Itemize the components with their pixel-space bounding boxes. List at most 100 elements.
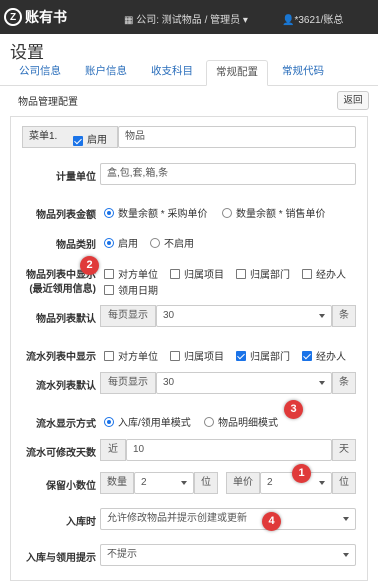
item-display-handler-label: 经办人 (316, 270, 346, 281)
item-display-department[interactable]: 归属部门 (236, 266, 290, 281)
caret-down-icon (319, 481, 325, 485)
tab-general-config[interactable]: 常规配置 (206, 60, 268, 86)
checkbox-icon (170, 350, 180, 361)
amount-label: 物品列表金额 (36, 210, 96, 221)
user-menu[interactable]: 👤*3621/账总 (282, 11, 343, 26)
category-row: 物品类别 启用 不启用 (0, 234, 378, 251)
item-default-suffix: 条 (332, 305, 356, 327)
flow-mode-label: 流水显示方式 (36, 419, 96, 430)
category-disable-option[interactable]: 不启用 (150, 235, 194, 250)
item-display-date-label: 领用日期 (118, 286, 158, 297)
stock-in-label: 入库时 (66, 517, 96, 528)
checkbox-icon (170, 268, 180, 279)
settings-tabs: 公司信息 账户信息 收支科目 常规配置 常规代码 (0, 60, 378, 86)
caret-down-icon (319, 314, 325, 318)
panel-title: 物品管理配置 (18, 97, 78, 108)
flow-default-prefix: 每页显示 (100, 372, 156, 394)
flow-display-counterparty[interactable]: 对方单位 (104, 348, 158, 363)
annotation-badge-2: 2 (80, 256, 99, 275)
company-label: 公司: 测试物品 / 管理员 (136, 15, 241, 26)
top-navbar: Z 账有书 ▦ 公司: 测试物品 / 管理员 ▾ 👤*3621/账总 (0, 0, 378, 34)
item-display-date[interactable]: 领用日期 (104, 282, 158, 297)
amount-option-purchase[interactable]: 数量余额 * 采购单价 (104, 205, 207, 220)
flow-display-row: 流水列表中显示 对方单位 归属项目 归属部门 经办人 (0, 346, 378, 363)
radio-icon (204, 416, 214, 427)
back-button[interactable]: 返回 (337, 91, 369, 110)
tab-company-info[interactable]: 公司信息 (14, 60, 66, 86)
menu-addon: 菜单1. 启用 (22, 126, 118, 148)
flow-days-row: 流水可修改天数 近 10 天 (0, 439, 378, 463)
unit-input[interactable]: 盒,包,套,箱,条 (100, 163, 356, 185)
caret-down-icon (343, 517, 349, 521)
checkbox-icon (104, 350, 114, 361)
flow-days-input[interactable]: 10 (126, 439, 332, 461)
item-display-counterparty[interactable]: 对方单位 (104, 266, 158, 281)
flow-mode-detail[interactable]: 物品明细模式 (204, 414, 278, 429)
hint-row: 入库与领用提示 不提示 (0, 544, 378, 568)
flow-display-handler[interactable]: 经办人 (302, 348, 346, 363)
item-display-counterparty-label: 对方单位 (118, 270, 158, 281)
category-enable-option[interactable]: 启用 (104, 235, 138, 250)
flow-days-suffix: 天 (332, 439, 356, 461)
caret-down-icon (343, 553, 349, 557)
checkbox-checked-icon (236, 350, 246, 361)
amount-option-purchase-label: 数量余额 * 采购单价 (118, 209, 208, 220)
hint-select[interactable]: 不提示 (100, 544, 356, 566)
amount-option-sale[interactable]: 数量余额 * 销售单价 (222, 205, 325, 220)
flow-display-counterparty-label: 对方单位 (118, 352, 158, 363)
checkbox-icon (302, 268, 312, 279)
category-label: 物品类别 (56, 240, 96, 251)
item-display-handler[interactable]: 经办人 (302, 266, 346, 281)
menu-enable-checkbox[interactable]: 启用 (73, 131, 107, 151)
caret-down-icon: ▾ (240, 15, 248, 26)
flow-mode-voucher-label: 入库/领用单模式 (118, 418, 191, 429)
flow-mode-row: 流水显示方式 入库/领用单模式 物品明细模式 (0, 413, 378, 430)
flow-default-row: 流水列表默认 每页显示 30 条 (0, 372, 378, 396)
stock-in-select[interactable]: 允许修改物品并提示创建或更新 (100, 508, 356, 530)
checkbox-checked-icon (73, 136, 83, 146)
annotation-badge-3: 3 (284, 400, 303, 419)
flow-default-select[interactable]: 30 (156, 372, 332, 394)
decimals-qty-label: 数量 (100, 472, 134, 494)
flow-display-department-label: 归属部门 (250, 352, 290, 363)
item-default-value: 30 (163, 310, 175, 321)
flow-display-project[interactable]: 归属项目 (170, 348, 224, 363)
item-display-project[interactable]: 归属项目 (170, 266, 224, 281)
item-default-prefix: 每页显示 (100, 305, 156, 327)
flow-display-handler-label: 经办人 (316, 352, 346, 363)
menu-enable-label: 启用 (87, 135, 107, 146)
unit-label: 计量单位 (56, 172, 96, 183)
flow-display-department[interactable]: 归属部门 (236, 348, 290, 363)
menu-name-input[interactable]: 物品 (118, 126, 356, 148)
item-default-select[interactable]: 30 (156, 305, 332, 327)
decimals-qty-unit: 位 (194, 472, 218, 494)
flow-days-prefix: 近 (100, 439, 126, 461)
flow-days-label: 流水可修改天数 (26, 448, 96, 459)
decimals-price-label: 单价 (226, 472, 260, 494)
flow-mode-voucher[interactable]: 入库/领用单模式 (104, 414, 191, 429)
amount-row: 物品列表金额 数量余额 * 采购单价 数量余额 * 销售单价 (0, 204, 378, 221)
tab-account-info[interactable]: 账户信息 (80, 60, 132, 86)
caret-down-icon (319, 381, 325, 385)
app-logo[interactable]: Z 账有书 (4, 6, 67, 28)
company-menu[interactable]: ▦ 公司: 测试物品 / 管理员 ▾ (124, 11, 248, 26)
checkbox-icon (104, 284, 114, 295)
radio-selected-icon (104, 416, 114, 427)
tab-income-expense[interactable]: 收支科目 (146, 60, 198, 86)
stock-in-row: 入库时 允许修改物品并提示创建或更新 (0, 508, 378, 532)
tab-general-code[interactable]: 常规代码 (276, 60, 330, 86)
decimals-label: 保留小数位 (46, 481, 96, 492)
menu-row: 菜单1. 启用 物品 (0, 126, 378, 150)
hint-label: 入库与领用提示 (26, 553, 96, 564)
checkbox-icon (236, 268, 246, 279)
unit-row: 计量单位 盒,包,套,箱,条 (0, 163, 378, 187)
annotation-badge-1: 1 (292, 464, 311, 483)
category-disable-label: 不启用 (164, 239, 194, 250)
decimals-qty-select[interactable]: 2 (134, 472, 194, 494)
flow-mode-detail-label: 物品明细模式 (218, 418, 278, 429)
category-enable-label: 启用 (118, 239, 138, 250)
decimals-price-unit: 位 (332, 472, 356, 494)
decimals-row: 保留小数位 数量 2 位 单价 2 位 (0, 472, 378, 496)
checkbox-checked-icon (302, 350, 312, 361)
menu-label: 菜单1. (29, 131, 58, 142)
